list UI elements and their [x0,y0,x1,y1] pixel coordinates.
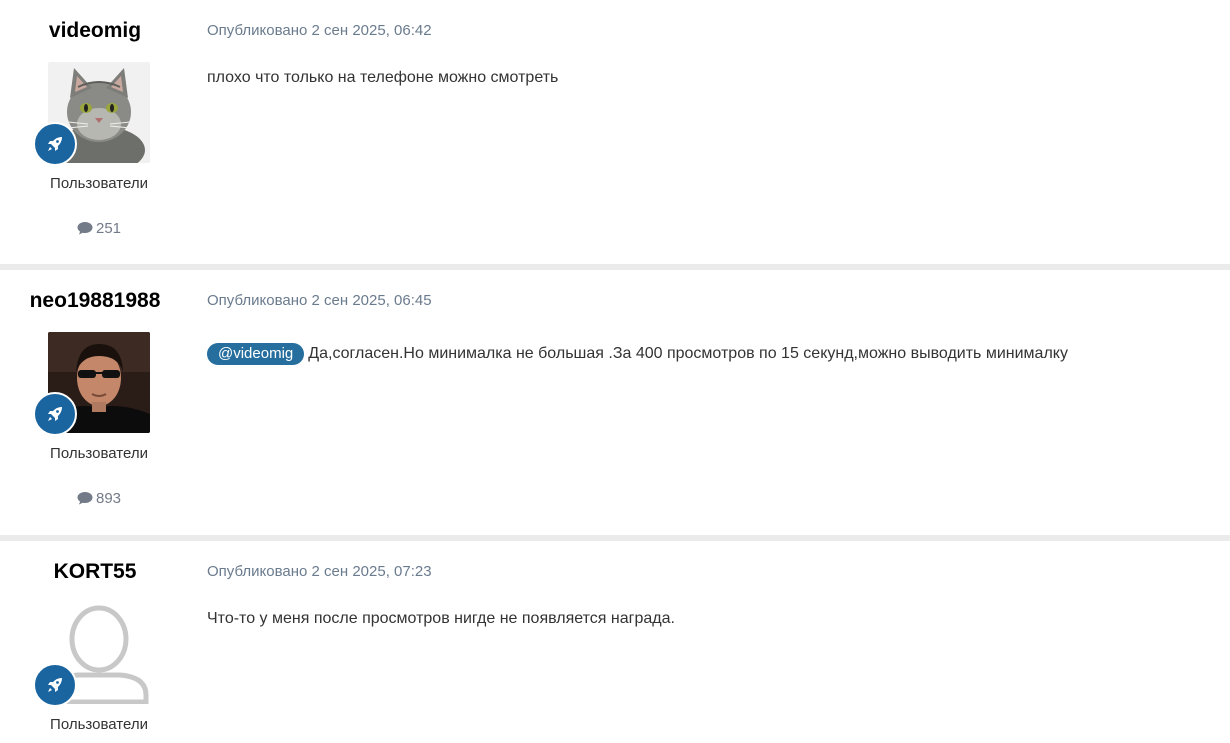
comment-bubble-icon [77,491,93,510]
author-name[interactable]: videomig [0,18,190,44]
post-count-value: 893 [95,490,122,507]
post-date[interactable]: Опубликовано 2 сен 2025, 06:42 [207,22,432,40]
post-content: @videomig Да,согласен.Но минималка не бол… [207,343,1068,365]
avatar-wrap [33,62,150,166]
post-count: 251 [0,220,198,240]
user-mention-link[interactable]: @videomig [207,343,305,365]
user-group-label: Пользователи [50,175,148,192]
post-count-value: 251 [95,220,122,237]
comment-bubble-icon [77,221,93,240]
avatar-wrap [33,603,150,707]
rocket-icon [48,407,62,421]
post-text: Что-то у меня после просмотров нигде не … [207,610,675,627]
avatar-wrap [33,332,150,436]
rocket-icon [48,137,62,151]
user-group-label: Пользователи [50,445,148,462]
post: KORT55 Пользователи Опубликовано 2 сен 2 [0,541,1230,743]
rank-badge [33,122,77,166]
rocket-icon [48,678,62,692]
author-name[interactable]: neo19881988 [0,288,190,314]
post-count: 893 [0,490,198,510]
post-content: Что-то у меня после просмотров нигде не … [207,609,675,629]
post-date[interactable]: Опубликовано 2 сен 2025, 07:23 [207,563,432,581]
post-date[interactable]: Опубликовано 2 сен 2025, 06:45 [207,292,432,310]
post: neo19881988 Пользователи 893 Опубликован… [0,270,1230,535]
rank-badge [33,663,77,707]
post-content: плохо что только на телефоне можно смотр… [207,68,558,88]
author-name[interactable]: KORT55 [0,559,190,585]
post-text: Да,согласен.Но минималка не большая .За … [308,345,1068,362]
post-text: плохо что только на телефоне можно смотр… [207,69,559,86]
rank-badge [33,392,77,436]
user-group-label: Пользователи [50,716,148,733]
post: videomig Пользователи 251 Опубликовано 2… [0,0,1230,264]
